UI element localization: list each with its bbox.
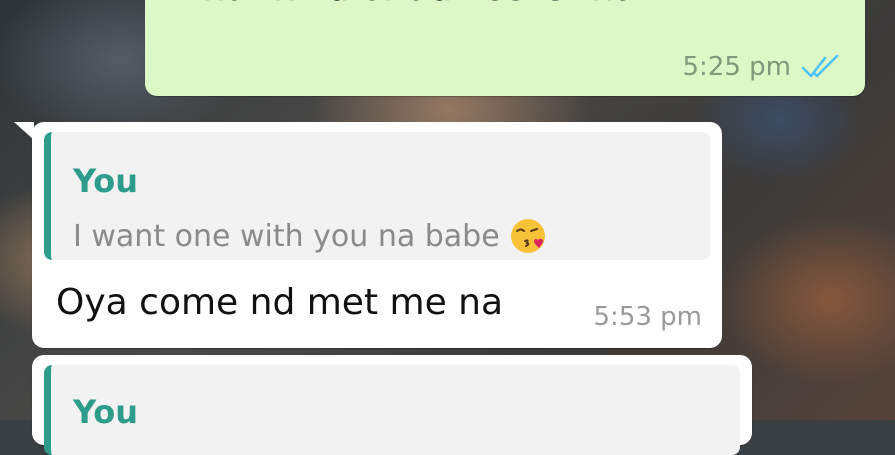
message-time: 5:25 pm [682,52,791,82]
quoted-author: You [73,393,138,431]
message-time: 5:53 pm [593,302,702,332]
quoted-reply[interactable]: You [44,365,740,455]
quoted-reply[interactable]: You I want one with you na babe [44,132,710,260]
message-text: What kind of advice is that! [167,0,664,9]
double-check-icon [801,54,839,78]
message-text: Oya come nd met me na [56,282,504,323]
quoted-text-row: I want one with you na babe [73,216,548,256]
quoted-text: I want one with you na babe [73,218,500,254]
incoming-message-bubble[interactable]: You I want one with you na babe Oya come… [14,122,722,348]
message-meta: 5:25 pm [683,52,841,82]
quoted-author: You [73,162,138,200]
kiss-emoji-icon [510,219,545,253]
outgoing-message-bubble[interactable]: What kind of advice is that! 5:25 pm [145,0,865,96]
incoming-message-bubble[interactable]: You [32,355,752,455]
